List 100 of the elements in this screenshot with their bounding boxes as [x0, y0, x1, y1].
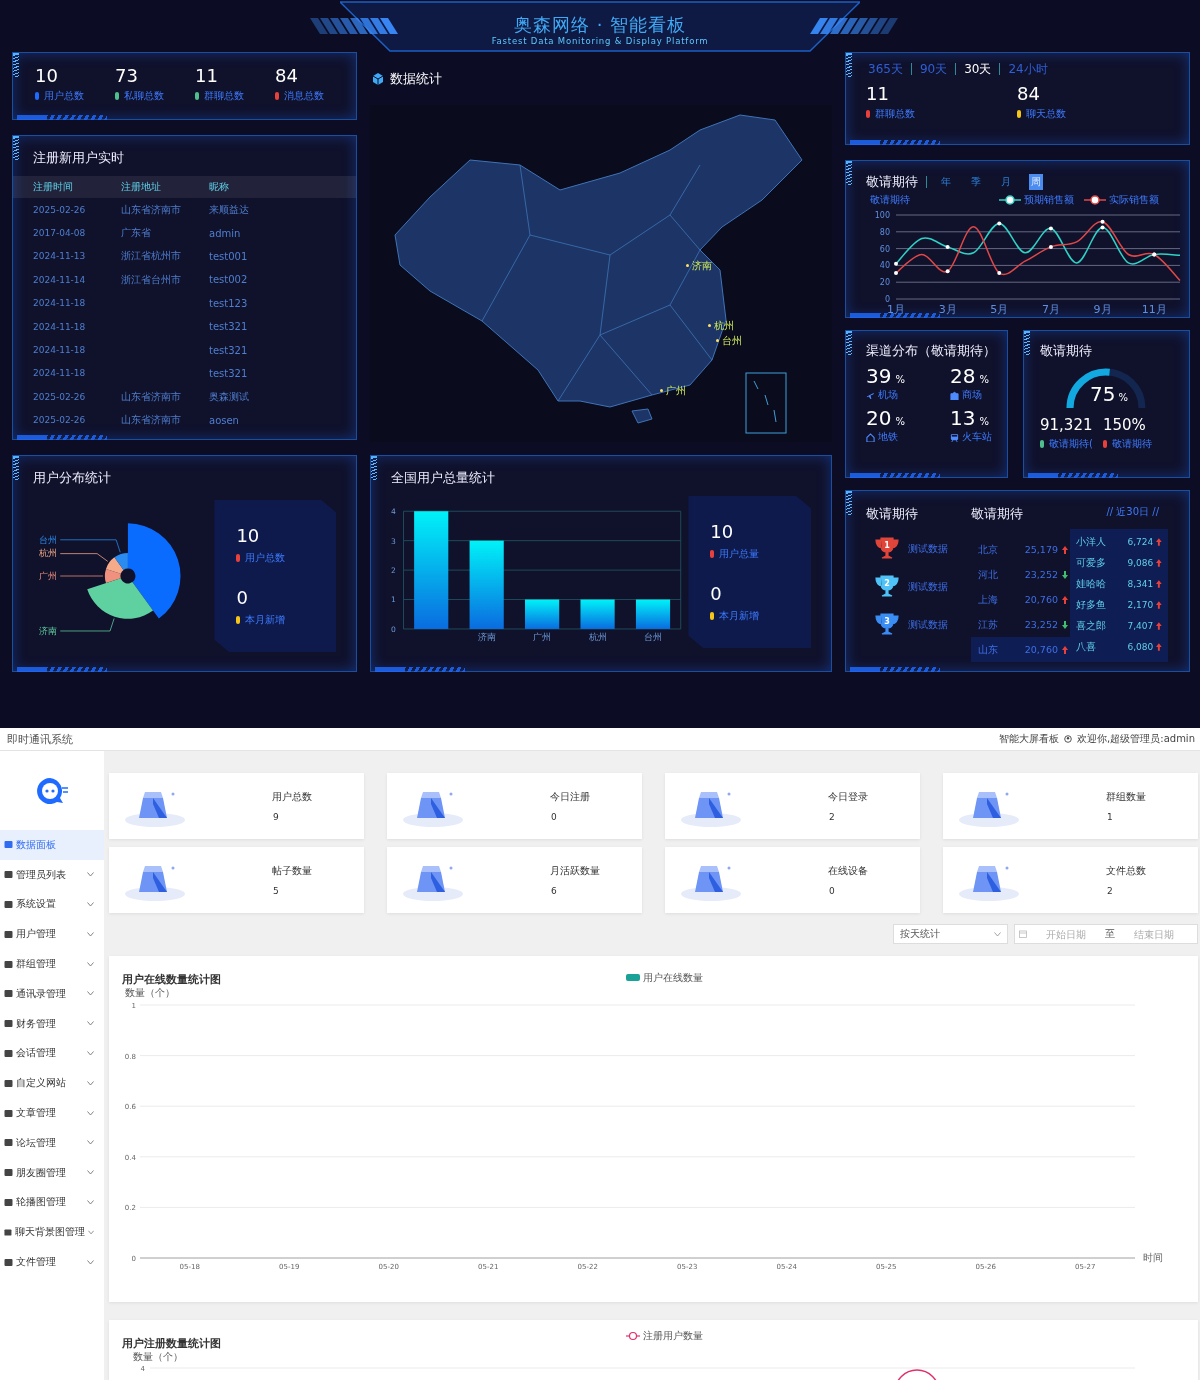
axis-tick-label: 5月: [990, 303, 1009, 315]
brand-name: 八喜: [1076, 639, 1097, 654]
axis-title: 敬请期待: [870, 193, 910, 207]
axis-tick-label: 20: [879, 278, 890, 288]
card-value: 2: [828, 812, 835, 822]
legend-label: 实际销售额: [1109, 193, 1159, 207]
column-header: 注册地址: [121, 180, 162, 194]
table-cell-text: 来顺益达: [209, 202, 250, 217]
card-label: 在线设备: [828, 864, 868, 878]
channel-label: 火车站: [962, 430, 992, 444]
square-icon: [4, 900, 13, 909]
chat-bubble-logo: [35, 775, 69, 806]
card-label: 文件总数: [1106, 864, 1146, 878]
period-tab[interactable]: 季: [969, 174, 983, 190]
sidebar-item[interactable]: 聊天背景图管理: [0, 1217, 104, 1248]
dashboard-link[interactable]: 智能大屏看板: [999, 732, 1060, 746]
chevron-down-icon: [87, 1140, 94, 1146]
welcome-text: 欢迎你,超级管理员:admin: [1077, 732, 1195, 746]
table-cell-text: admin: [209, 227, 242, 239]
user-icon: [1064, 735, 1073, 743]
table-cell-text: 奥森测试: [209, 389, 250, 404]
axis-tick-label: 1: [391, 595, 396, 605]
table-cell: 广东省: [121, 227, 151, 239]
dashboard-subtitle: Fastest Data Monitoring & Display Platform: [491, 36, 709, 47]
table-cell-text: 2024-11-18: [33, 298, 87, 309]
brand-value: 9,086: [1126, 557, 1154, 568]
sidebar-item[interactable]: 系统设置: [0, 889, 104, 920]
square-icon: [4, 1197, 13, 1207]
axis-tick-label: 100: [874, 211, 890, 220]
sidebar-item[interactable]: 文章管理: [0, 1098, 104, 1128]
sidebar-item[interactable]: 通讯录管理: [0, 979, 104, 1009]
period-tab[interactable]: 月: [999, 174, 1013, 190]
sidebar-item[interactable]: 轮播图管理: [0, 1187, 104, 1218]
province-value: 20,760: [1024, 594, 1058, 605]
square-icon: [4, 1019, 13, 1029]
range-separator: 至: [1105, 927, 1115, 941]
brand-value: 2,170: [1126, 599, 1154, 610]
arrow-up-icon: [1156, 600, 1162, 609]
arrow-up-icon: [1062, 645, 1068, 654]
stat-label: 聊天总数: [1026, 107, 1066, 121]
axis-tick-label: 3月: [938, 303, 957, 315]
airplane-icon: [866, 390, 875, 400]
trophy-label: 测试数据: [908, 580, 948, 594]
column-header: 昵称: [209, 180, 230, 194]
channel-label: 地铁: [878, 430, 898, 444]
axis-category-label: 杭州: [588, 631, 607, 643]
start-date-input[interactable]: 开始日期: [1031, 928, 1101, 940]
calendar-icon: [1019, 930, 1027, 938]
map-label: 杭州: [708, 319, 734, 333]
axis-category-label: 台州: [644, 631, 662, 643]
sidebar-item[interactable]: 财务管理: [0, 1008, 104, 1039]
leader-line: [59, 618, 115, 632]
province-value: 23,252: [1024, 569, 1058, 580]
end-date-input[interactable]: 结束日期: [1119, 928, 1189, 940]
table-cell-text: test321: [209, 367, 249, 379]
arrow-up-icon: [1156, 558, 1162, 567]
bar: [635, 599, 671, 629]
chevron-down-icon: [87, 1170, 94, 1176]
percent-unit: %: [895, 416, 905, 427]
arrow-up-icon: [1062, 595, 1068, 604]
group-by-select[interactable]: 按天统计: [893, 924, 1008, 944]
sidebar-item[interactable]: 管理员列表: [0, 859, 104, 890]
axis-tick-label: 3: [391, 536, 396, 546]
period-tab[interactable]: 年: [939, 174, 953, 190]
percent-unit: %: [979, 416, 989, 427]
dashboard-title: 奥森网络 · 智能看板: [513, 14, 687, 36]
card-value: 6: [550, 886, 557, 896]
sidebar-item[interactable]: 会话管理: [0, 1038, 104, 1069]
range-tab[interactable]: 30天: [955, 63, 1000, 75]
sidebar-item[interactable]: 群组管理: [0, 949, 104, 979]
sidebar-item[interactable]: 数据面板: [0, 830, 104, 860]
legend-marker-icon: [1084, 195, 1106, 205]
stat-label: 消息总数: [284, 89, 324, 103]
sidebar-item[interactable]: 自定义网站: [0, 1068, 104, 1099]
sidebar-item[interactable]: 文件管理: [0, 1247, 104, 1277]
card-label: 今日注册: [550, 790, 590, 804]
date-range-picker[interactable]: 开始日期 至 结束日期: [1014, 924, 1198, 944]
square-icon: [4, 1227, 12, 1237]
axis-tick-label: 0: [391, 624, 396, 634]
chevron-down-icon: [994, 931, 1001, 937]
trophy-label: 测试数据: [908, 542, 948, 556]
leader-line: [59, 575, 104, 577]
chevron-down-icon: [87, 1021, 94, 1027]
square-icon: [4, 1108, 13, 1118]
stat-label: 群聊总数: [204, 89, 244, 103]
table-cell-text: 2025-02-26: [33, 415, 87, 426]
sidebar-item[interactable]: 朋友圈管理: [0, 1157, 104, 1188]
card-label: 帖子数量: [272, 864, 312, 878]
sidebar-item[interactable]: 论坛管理: [0, 1127, 104, 1158]
arrow-down-icon: [1062, 620, 1068, 629]
card-value: 1: [1106, 812, 1113, 822]
axis-title: 时间: [1143, 1252, 1163, 1263]
axis-title: 数量（个）: [125, 987, 175, 998]
sidebar-item[interactable]: 用户管理: [0, 919, 104, 950]
card-value: 2: [1106, 886, 1113, 896]
legend-swatch: [626, 974, 640, 981]
stat-label: 群聊总数: [875, 107, 915, 121]
brand-name: 喜之郎: [1076, 618, 1107, 633]
percent-value: 28: [950, 364, 976, 388]
table-cell-text: 2025-02-26: [33, 204, 87, 215]
